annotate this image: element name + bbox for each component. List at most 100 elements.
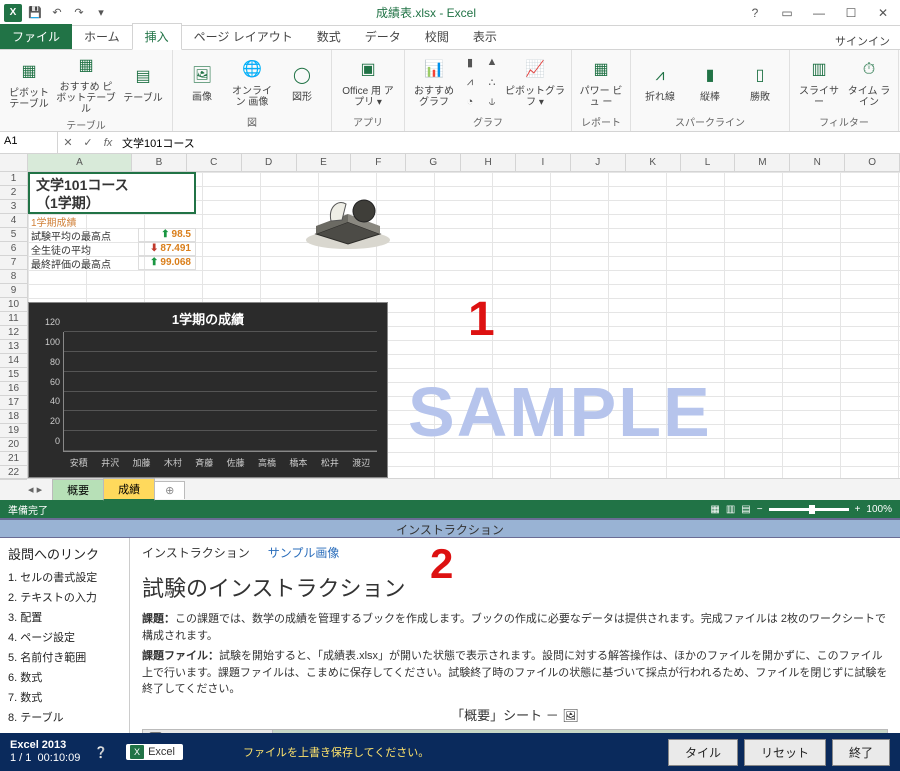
col-header-M[interactable]: M xyxy=(735,154,790,171)
qat-save-icon[interactable]: 💾 xyxy=(26,4,44,22)
sheet-tab-summary[interactable]: 概要 xyxy=(52,479,104,500)
signin-link[interactable]: サインイン xyxy=(835,33,900,49)
row-header-3[interactable]: 3 xyxy=(0,200,27,214)
row-header-20[interactable]: 20 xyxy=(0,438,27,452)
col-header-E[interactable]: E xyxy=(297,154,352,171)
btn-pivottable[interactable]: ▦ピボット テーブル xyxy=(6,58,52,110)
btn-sparkline-line[interactable]: ⩘折れ線 xyxy=(637,62,683,103)
row-header-21[interactable]: 21 xyxy=(0,452,27,466)
col-header-N[interactable]: N xyxy=(790,154,845,171)
lr-tab-sample[interactable]: サンプル画像 xyxy=(268,544,340,561)
row-header-17[interactable]: 17 xyxy=(0,396,27,410)
cancel-formula-icon[interactable]: ✕ xyxy=(58,136,78,149)
btn-table[interactable]: ▤テーブル xyxy=(120,63,166,104)
name-box[interactable]: A1 xyxy=(0,132,58,153)
col-header-C[interactable]: C xyxy=(187,154,242,171)
row-header-8[interactable]: 8 xyxy=(0,270,27,284)
col-header-B[interactable]: B xyxy=(132,154,187,171)
qat-redo-icon[interactable]: ↷ xyxy=(70,4,88,22)
col-header-A[interactable]: A xyxy=(28,154,132,171)
row-header-5[interactable]: 5 xyxy=(0,228,27,242)
taskbar-excel-item[interactable]: XExcel xyxy=(126,744,183,760)
question-link-2[interactable]: 2. テキストの入力 xyxy=(8,587,121,607)
view-pagebreak-icon[interactable]: ▤ xyxy=(741,504,750,515)
exam-help-icon[interactable]: ❔ xyxy=(94,746,108,759)
minimize-icon[interactable]: — xyxy=(806,6,832,20)
col-header-K[interactable]: K xyxy=(626,154,681,171)
row-header-10[interactable]: 10 xyxy=(0,298,27,312)
lr-tab-instruction[interactable]: インストラクション xyxy=(142,544,250,561)
cell-title-box[interactable]: 文学101コース （1学期） xyxy=(28,172,196,214)
sheet-tab-add[interactable]: ⊕ xyxy=(154,481,185,499)
btn-powerview[interactable]: ▦パワー ビュ ー xyxy=(578,56,624,108)
row-header-14[interactable]: 14 xyxy=(0,354,27,368)
sheet-nav-icons[interactable]: ◂ ▸ xyxy=(28,483,42,496)
tab-file[interactable]: ファイル xyxy=(0,24,72,49)
row-header-4[interactable]: 4 xyxy=(0,214,27,228)
question-link-7[interactable]: 7. 数式 xyxy=(8,687,121,707)
row-header-9[interactable]: 9 xyxy=(0,284,27,298)
tab-review[interactable]: 校閲 xyxy=(413,24,461,49)
qat-dropdown-icon[interactable]: ▾ xyxy=(92,4,110,22)
col-header-L[interactable]: L xyxy=(681,154,736,171)
chart-line-icon[interactable]: ⩘ xyxy=(461,73,479,91)
chart-stock-icon[interactable]: ⫝ xyxy=(483,93,501,111)
question-link-6[interactable]: 6. 数式 xyxy=(8,667,121,687)
worksheet[interactable]: 12345678910111213141516171819202122 ABCD… xyxy=(0,154,900,478)
task-check-1[interactable] xyxy=(149,732,162,733)
row-header-16[interactable]: 16 xyxy=(0,382,27,396)
row-header-1[interactable]: 1 xyxy=(0,172,27,186)
view-normal-icon[interactable]: ▦ xyxy=(710,504,719,515)
tab-insert[interactable]: 挿入 xyxy=(132,23,182,50)
zoom-value[interactable]: 100% xyxy=(866,504,892,515)
col-header-F[interactable]: F xyxy=(351,154,406,171)
row-header-7[interactable]: 7 xyxy=(0,256,27,270)
col-header-H[interactable]: H xyxy=(461,154,516,171)
book-clipart[interactable] xyxy=(298,174,398,254)
chart-object[interactable]: 1学期の成績 020406080100120 安積井沢加藤木村斉藤佐藤高橋橋本松… xyxy=(28,302,388,478)
question-link-3[interactable]: 3. 配置 xyxy=(8,607,121,627)
row-header-6[interactable]: 6 xyxy=(0,242,27,256)
col-header-O[interactable]: O xyxy=(845,154,900,171)
question-link-8[interactable]: 8. テーブル xyxy=(8,707,121,727)
zoom-out-icon[interactable]: − xyxy=(757,504,763,515)
chart-pie-icon[interactable]: ◔ xyxy=(461,93,479,111)
row-header-15[interactable]: 15 xyxy=(0,368,27,382)
tab-formulas[interactable]: 数式 xyxy=(305,24,353,49)
zoom-slider[interactable] xyxy=(769,508,849,511)
row-header-12[interactable]: 12 xyxy=(0,326,27,340)
question-link-5[interactable]: 5. 名前付き範囲 xyxy=(8,647,121,667)
col-header-I[interactable]: I xyxy=(516,154,571,171)
row-header-18[interactable]: 18 xyxy=(0,410,27,424)
row-header-22[interactable]: 22 xyxy=(0,466,27,480)
btn-picture[interactable]: 🖼画像 xyxy=(179,62,225,103)
tab-data[interactable]: データ xyxy=(353,24,413,49)
btn-reco-chart[interactable]: 📊おすすめ グラフ xyxy=(411,56,457,108)
question-link-1[interactable]: 1. セルの書式設定 xyxy=(8,567,121,587)
col-header-J[interactable]: J xyxy=(571,154,626,171)
help-icon[interactable]: ? xyxy=(742,6,768,20)
btn-slicer[interactable]: ▥スライサー xyxy=(796,56,842,108)
fx-icon[interactable]: fx xyxy=(98,137,118,149)
chart-scatter-icon[interactable]: ∴ xyxy=(483,73,501,91)
enter-formula-icon[interactable]: ✓ xyxy=(78,136,98,149)
col-header-D[interactable]: D xyxy=(242,154,297,171)
chart-area-icon[interactable]: ▲ xyxy=(483,53,501,71)
view-pagelayout-icon[interactable]: ▥ xyxy=(726,504,735,515)
btn-office-addins[interactable]: ▣Office 用 アプリ ▾ xyxy=(338,56,398,108)
qat-undo-icon[interactable]: ↶ xyxy=(48,4,66,22)
row-header-19[interactable]: 19 xyxy=(0,424,27,438)
btn-timeline[interactable]: ⏱タイム ライン xyxy=(846,56,892,108)
col-header-G[interactable]: G xyxy=(406,154,461,171)
ribbon-opts-icon[interactable]: ▭ xyxy=(774,6,800,20)
question-link-4[interactable]: 4. ページ設定 xyxy=(8,627,121,647)
close-icon[interactable]: ✕ xyxy=(870,6,896,20)
row-header-13[interactable]: 13 xyxy=(0,340,27,354)
tab-view[interactable]: 表示 xyxy=(461,24,509,49)
tab-home[interactable]: ホーム xyxy=(72,24,132,49)
btn-sparkline-col[interactable]: ▮縦棒 xyxy=(687,62,733,103)
btn-sparkline-winloss[interactable]: ▯勝敗 xyxy=(737,62,783,103)
chart-bar-icon[interactable]: ▮ xyxy=(461,53,479,71)
btn-pivotchart[interactable]: 📈ピボットグラフ ▾ xyxy=(505,56,565,108)
row-header-11[interactable]: 11 xyxy=(0,312,27,326)
